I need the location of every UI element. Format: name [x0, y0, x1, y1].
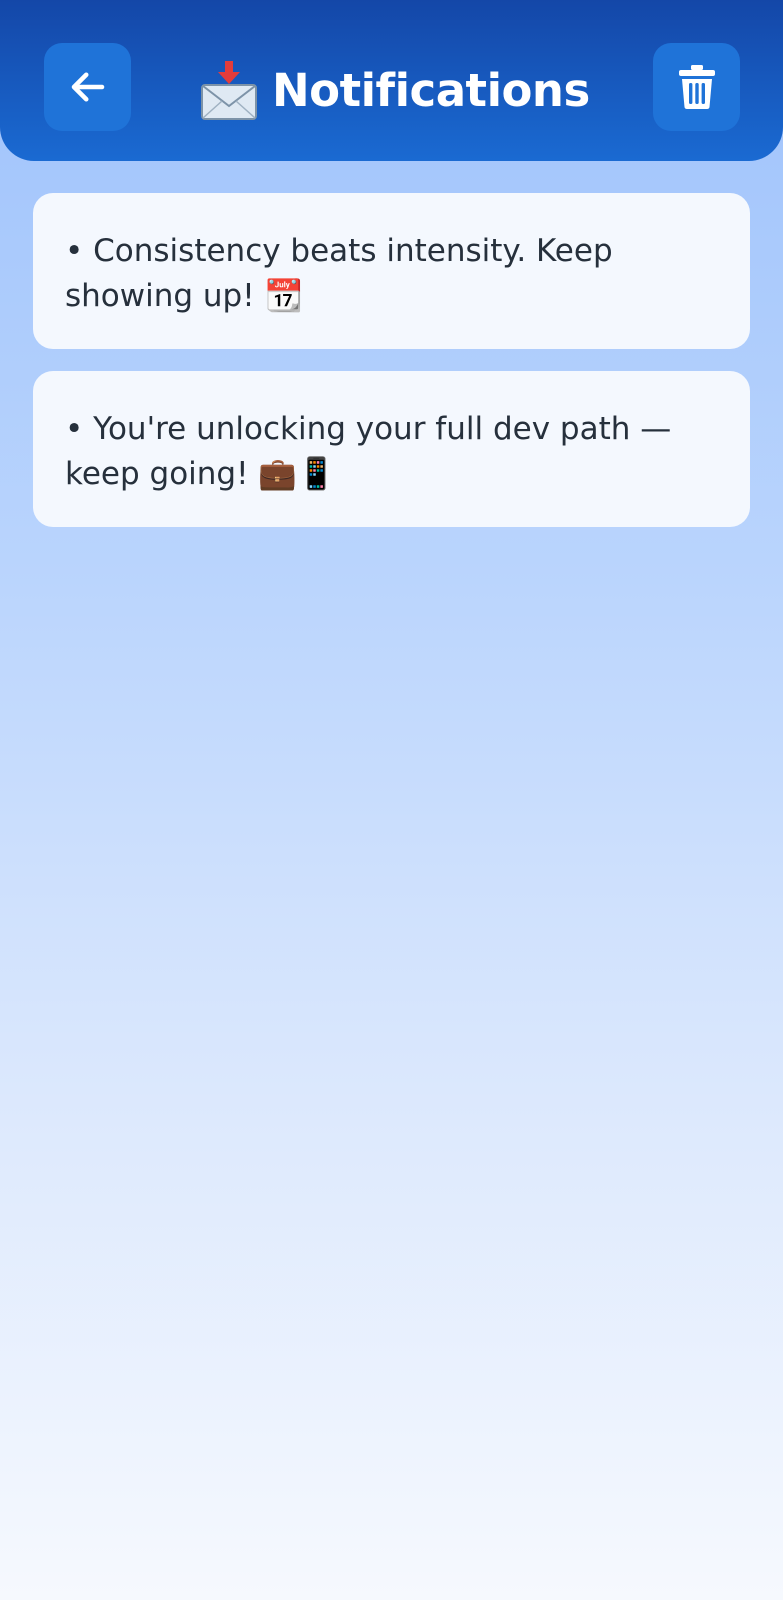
- arrow-left-icon: [67, 66, 109, 108]
- page-title: Notifications: [272, 63, 590, 117]
- delete-all-button[interactable]: [653, 43, 740, 131]
- page-title-group: Notifications: [200, 52, 590, 128]
- notification-card[interactable]: • Consistency beats intensity. Keep show…: [33, 193, 750, 349]
- incoming-envelope-icon: [200, 59, 258, 121]
- notification-list: • Consistency beats intensity. Keep show…: [33, 193, 750, 549]
- back-button[interactable]: [44, 43, 131, 131]
- app-header: Notifications: [0, 0, 783, 161]
- trash-icon: [678, 64, 716, 110]
- notification-text: • You're unlocking your full dev path — …: [65, 411, 672, 492]
- notification-card[interactable]: • You're unlocking your full dev path — …: [33, 371, 750, 527]
- notification-text: • Consistency beats intensity. Keep show…: [65, 233, 613, 314]
